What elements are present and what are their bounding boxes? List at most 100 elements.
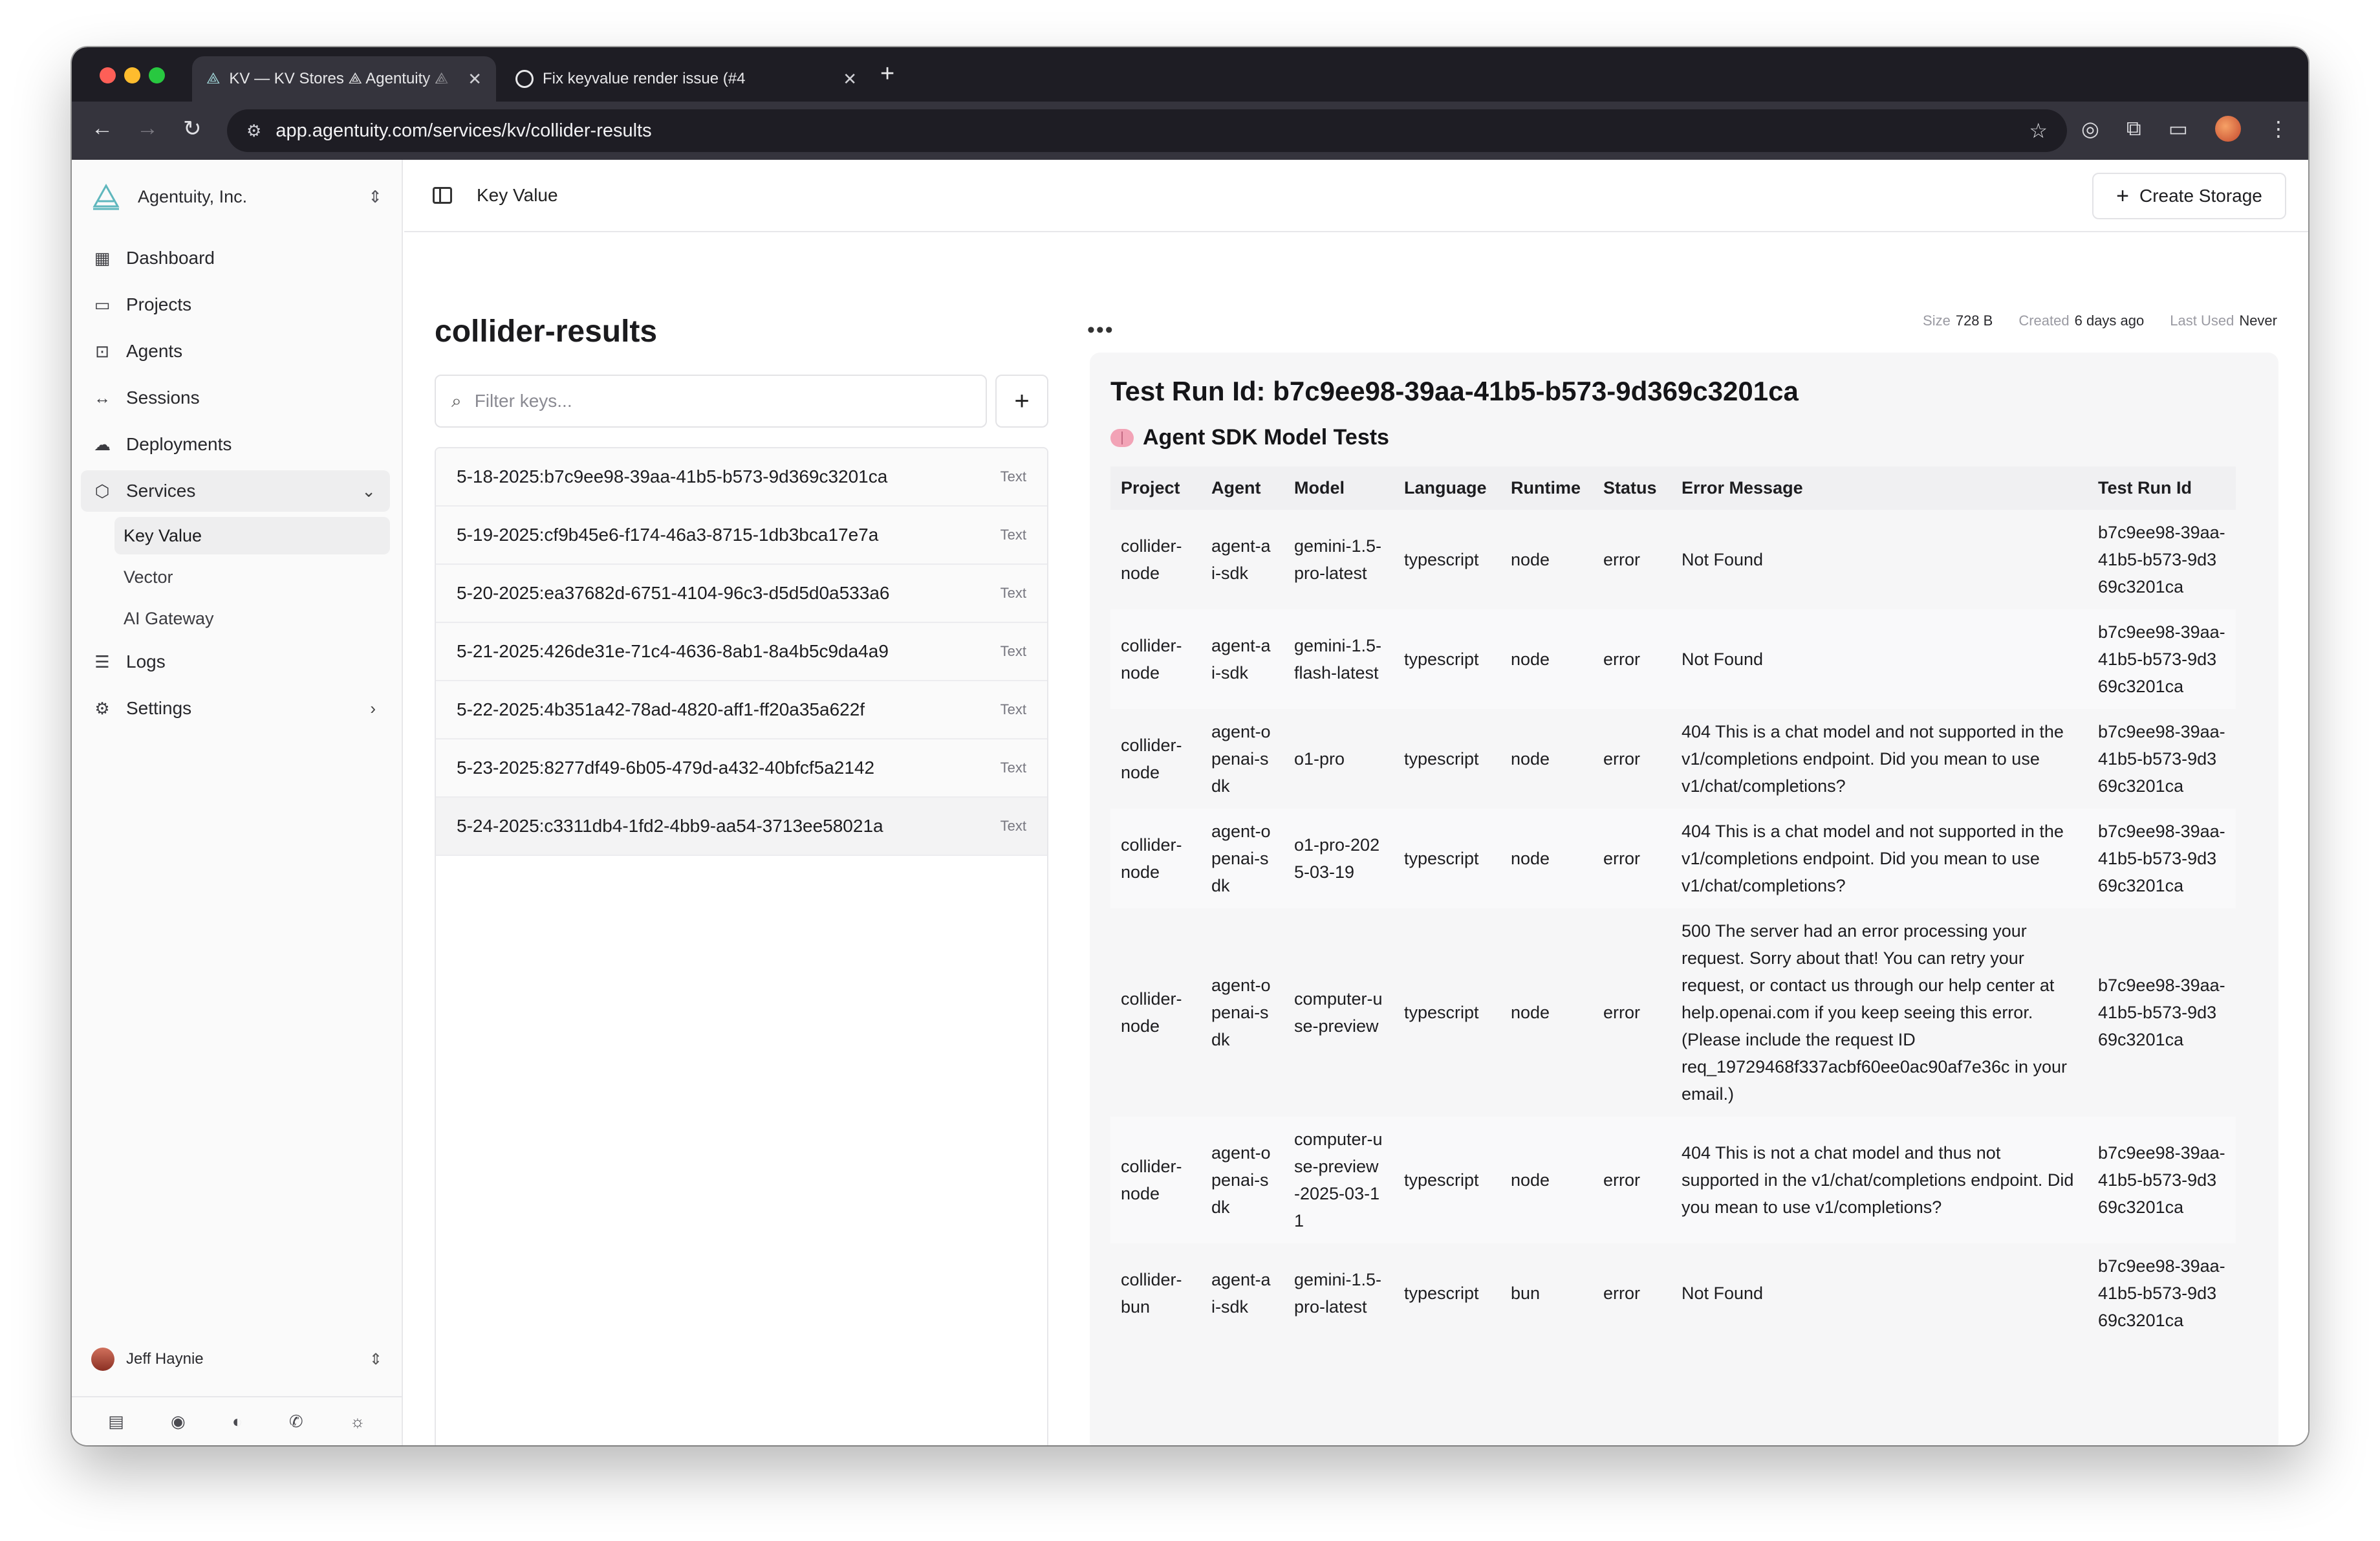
section-title-text: Agent SDK Model Tests bbox=[1143, 425, 1389, 450]
table-cell: b7c9ee98-39aa-41b5-b573-9d369c3201ca bbox=[2088, 1117, 2236, 1243]
chevron-up-down-icon: ⇕ bbox=[369, 1350, 382, 1368]
more-menu-icon[interactable]: ⋮ bbox=[2268, 116, 2289, 141]
sidebar-subitem-vector[interactable]: Vector bbox=[114, 558, 390, 596]
discord-icon[interactable]: ◉ bbox=[171, 1412, 186, 1432]
toggle-sidebar-icon[interactable] bbox=[433, 187, 452, 204]
table-cell: b7c9ee98-39aa-41b5-b573-9d369c3201ca bbox=[2088, 709, 2236, 809]
table-cell: 404 This is a chat model and not support… bbox=[1671, 809, 2088, 908]
bookmark-star-icon[interactable]: ☆ bbox=[2029, 118, 2048, 143]
more-options-icon[interactable]: ••• bbox=[1087, 318, 1114, 343]
filter-keys-input[interactable]: ⌕ Filter keys... bbox=[435, 375, 987, 428]
plus-icon: + bbox=[2116, 183, 2129, 208]
org-switcher[interactable]: Agentuity, Inc. ⇕ bbox=[91, 182, 382, 212]
github-icon[interactable]: ◐ bbox=[232, 1412, 243, 1432]
table-cell: collider-node bbox=[1110, 609, 1201, 709]
maximize-window-button[interactable] bbox=[149, 67, 165, 83]
extension-globe-icon[interactable]: ◎ bbox=[2081, 116, 2099, 141]
table-cell: collider-node bbox=[1110, 809, 1201, 908]
address-bar[interactable]: ⚙ app.agentuity.com/services/kv/collider… bbox=[227, 109, 2067, 152]
sidebar-item-dashboard[interactable]: ▦ Dashboard bbox=[81, 237, 390, 279]
table-row: collider-node agent-ai-sdk gemini-1.5-flas… bbox=[1110, 609, 2236, 709]
table-cell: typescript bbox=[1394, 1117, 1500, 1243]
sidebar-item-agents[interactable]: ⊡ Agents bbox=[81, 331, 390, 372]
sidebar-item-logs[interactable]: ☰ Logs bbox=[81, 641, 390, 683]
table-cell: b7c9ee98-39aa-41b5-b573-9d369c3201ca bbox=[2088, 1243, 2236, 1343]
tab-title: KV — KV Stores ⟁ Agentuity ⟁ bbox=[229, 70, 449, 87]
tab-kv-stores[interactable]: ⟁ KV — KV Stores ⟁ Agentuity ⟁ ✕ bbox=[192, 56, 496, 102]
column-header: Project bbox=[1110, 466, 1201, 510]
create-storage-label: Create Storage bbox=[2139, 186, 2262, 206]
size-meta: Size 728 B bbox=[1923, 312, 1993, 329]
extensions-puzzle-icon[interactable]: ⧉ bbox=[2126, 116, 2141, 141]
key-list: 5-18-2025:b7c9ee98-39aa-41b5-b573-9d369c… bbox=[435, 447, 1048, 1445]
minimize-window-button[interactable] bbox=[124, 67, 140, 83]
table-cell: computer-use-preview bbox=[1284, 908, 1394, 1117]
cast-icon[interactable]: ▭ bbox=[2169, 116, 2188, 141]
close-icon[interactable]: ✕ bbox=[468, 69, 482, 89]
table-cell: agent-ai-sdk bbox=[1201, 510, 1284, 609]
table-row: collider-node agent-ai-sdk gemini-1.5-pro-… bbox=[1110, 510, 2236, 609]
sidebar-item-label: Agents bbox=[126, 341, 183, 361]
table-cell: error bbox=[1593, 609, 1671, 709]
back-arrow-icon[interactable]: ← bbox=[91, 116, 113, 141]
reload-icon[interactable]: ↻ bbox=[183, 116, 202, 142]
sidebar-subitem-label: Key Value bbox=[124, 525, 202, 545]
key-name: 5-22-2025:4b351a42-78ad-4820-aff1-ff20a3… bbox=[457, 699, 865, 719]
sidebar-item-settings[interactable]: ⚙ Settings › bbox=[81, 688, 390, 729]
table-cell: typescript bbox=[1394, 809, 1500, 908]
list-item[interactable]: 5-18-2025:b7c9ee98-39aa-41b5-b573-9d369c… bbox=[436, 448, 1047, 507]
sidebar-item-sessions[interactable]: ↔ Sessions bbox=[81, 377, 390, 419]
theme-sun-icon[interactable]: ☼ bbox=[350, 1412, 365, 1432]
breadcrumb: Key Value bbox=[477, 185, 558, 205]
create-storage-button[interactable]: + Create Storage bbox=[2092, 173, 2286, 219]
tab-github-pr[interactable]: Fix keyvalue render issue (#4 ✕ bbox=[501, 56, 871, 102]
site-settings-icon[interactable]: ⚙ bbox=[246, 121, 261, 141]
table-row: collider-node agent-openai-sdk o1-pro types… bbox=[1110, 709, 2236, 809]
table-cell: o1-pro-2025-03-19 bbox=[1284, 809, 1394, 908]
forward-arrow-icon[interactable]: → bbox=[136, 116, 158, 141]
robot-icon: ⊡ bbox=[95, 341, 109, 361]
close-window-button[interactable] bbox=[100, 67, 116, 83]
user-menu[interactable]: Jeff Haynie ⇕ bbox=[91, 1343, 382, 1375]
table-cell: gemini-1.5-pro-latest bbox=[1284, 510, 1394, 609]
list-item[interactable]: 5-19-2025:cf9b45e6-f174-46a3-8715-1db3bc… bbox=[436, 507, 1047, 565]
column-header: Error Message bbox=[1671, 466, 2088, 510]
add-key-button[interactable]: + bbox=[995, 375, 1048, 428]
sidebar-item-services[interactable]: ⬡ Services ⌄ bbox=[81, 470, 390, 512]
list-item[interactable]: 5-23-2025:8277df49-6b05-479d-a432-40bfcf… bbox=[436, 739, 1047, 798]
sidebar-item-label: Logs bbox=[126, 651, 166, 672]
search-icon: ⌕ bbox=[451, 390, 462, 411]
docs-book-icon[interactable]: ▤ bbox=[108, 1412, 124, 1432]
table-row: collider-node agent-openai-sdk o1-pro-2025… bbox=[1110, 809, 2236, 908]
table-cell: error bbox=[1593, 908, 1671, 1117]
sidebar-subitem-key-value[interactable]: Key Value bbox=[114, 517, 390, 554]
code-arrows-icon: ↔ bbox=[94, 388, 111, 408]
list-item[interactable]: 5-24-2025:c3311db4-1fd2-4bb9-aa54-3713ee… bbox=[436, 798, 1047, 856]
list-item[interactable]: 5-21-2025:426de31e-71c4-4636-8ab1-8a4b5c… bbox=[436, 623, 1047, 681]
table-cell: node bbox=[1500, 1117, 1593, 1243]
column-header: Runtime bbox=[1500, 466, 1593, 510]
key-type-badge: Text bbox=[1000, 760, 1026, 776]
sidebar-item-projects[interactable]: ▭ Projects bbox=[81, 284, 390, 325]
new-tab-plus-icon[interactable]: + bbox=[880, 60, 894, 88]
browser-toolbar: ← → ↻ ⚙ app.agentuity.com/services/kv/co… bbox=[72, 102, 2308, 160]
table-cell: Not Found bbox=[1671, 510, 2088, 609]
profile-avatar-icon[interactable] bbox=[2215, 116, 2241, 142]
list-item[interactable]: 5-20-2025:ea37682d-6751-4104-96c3-d5d5d0… bbox=[436, 565, 1047, 623]
chevron-right-icon: › bbox=[370, 698, 376, 718]
github-favicon-icon bbox=[515, 70, 534, 88]
sidebar-item-deployments[interactable]: ☁ Deployments bbox=[81, 424, 390, 465]
close-icon[interactable]: ✕ bbox=[843, 69, 857, 89]
list-item[interactable]: 5-22-2025:4b351a42-78ad-4820-aff1-ff20a3… bbox=[436, 681, 1047, 739]
sidebar-nav: ▦ Dashboard ▭ Projects ⊡ Agents ↔ Sessio… bbox=[81, 237, 390, 734]
sidebar-subitem-ai-gateway[interactable]: AI Gateway bbox=[114, 600, 390, 637]
table-cell: typescript bbox=[1394, 1243, 1500, 1343]
table-cell: error bbox=[1593, 1117, 1671, 1243]
phone-icon[interactable]: ✆ bbox=[289, 1412, 303, 1432]
table-cell: error bbox=[1593, 809, 1671, 908]
key-name: 5-23-2025:8277df49-6b05-479d-a432-40bfcf… bbox=[457, 758, 875, 778]
table-cell: agent-ai-sdk bbox=[1201, 1243, 1284, 1343]
last-used-meta: Last Used Never bbox=[2170, 312, 2277, 329]
table-cell: Not Found bbox=[1671, 1243, 2088, 1343]
brain-emoji-icon bbox=[1110, 428, 1134, 447]
